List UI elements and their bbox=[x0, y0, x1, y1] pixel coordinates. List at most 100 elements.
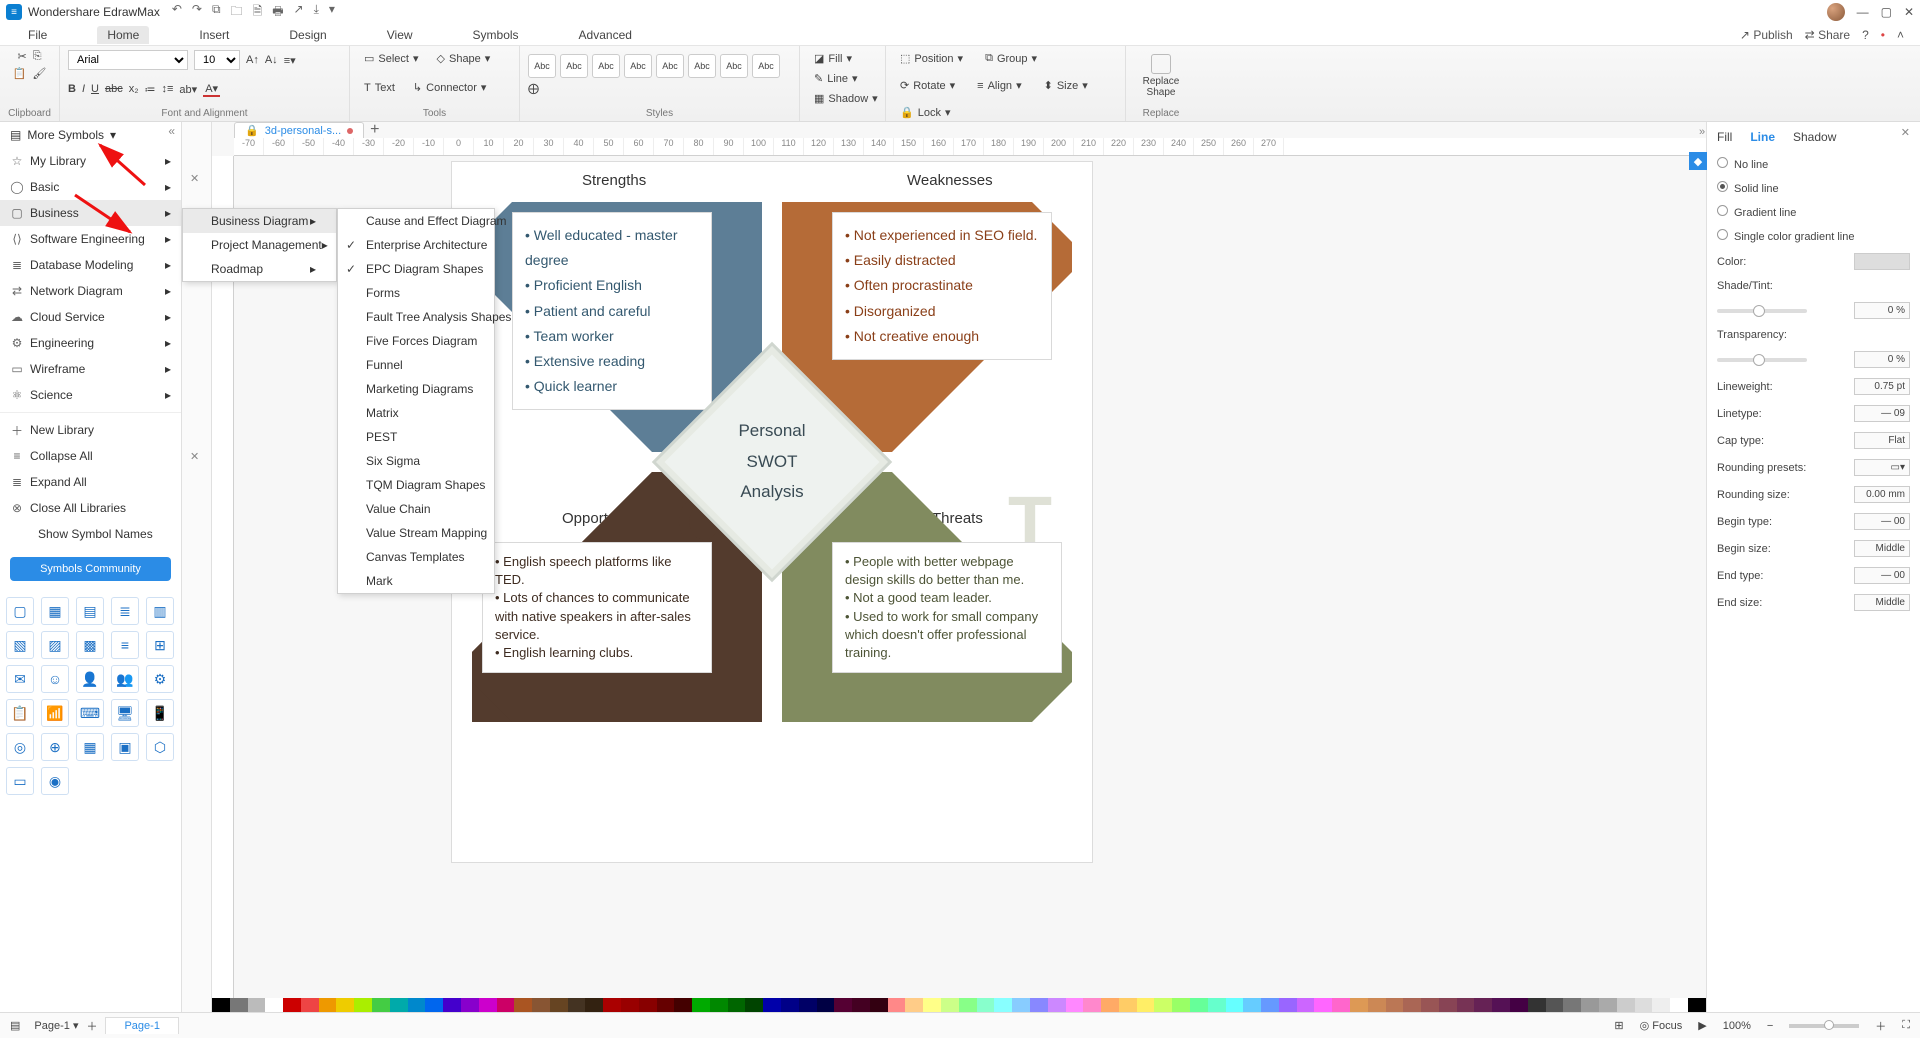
font-shrink-icon[interactable]: A↓ bbox=[265, 54, 278, 66]
symbol-icon[interactable]: ◉ bbox=[41, 767, 69, 795]
user-avatar[interactable] bbox=[1827, 3, 1845, 21]
style-scroll-icon[interactable]: ⨁ bbox=[528, 82, 539, 95]
color-swatch[interactable] bbox=[1172, 998, 1190, 1012]
tab-advanced[interactable]: Advanced bbox=[569, 26, 642, 44]
color-swatch[interactable] bbox=[1510, 998, 1528, 1012]
group-dropdown[interactable]: ⧉ Group▾ bbox=[979, 50, 1043, 67]
style-swatch[interactable]: Abc bbox=[656, 54, 684, 78]
end-type-field[interactable]: — 00 bbox=[1854, 567, 1910, 584]
submenu-item[interactable]: Funnel bbox=[338, 353, 494, 377]
prop-tab-line[interactable]: Line bbox=[1750, 130, 1775, 144]
color-swatch[interactable] bbox=[763, 998, 781, 1012]
line-type-radio[interactable]: Gradient line bbox=[1717, 200, 1910, 224]
close-icon[interactable]: ✕ bbox=[190, 450, 199, 463]
close-all-libraries-item[interactable]: ⊗Close All Libraries bbox=[0, 495, 181, 521]
color-swatch[interactable] bbox=[550, 998, 568, 1012]
minimize-button[interactable]: — bbox=[1857, 5, 1869, 19]
undo-icon[interactable]: ↶ bbox=[172, 2, 182, 23]
color-swatch[interactable] bbox=[1617, 998, 1635, 1012]
submenu-item[interactable]: Six Sigma bbox=[338, 449, 494, 473]
close-window-button[interactable]: ✕ bbox=[1904, 5, 1914, 19]
color-swatch[interactable] bbox=[657, 998, 675, 1012]
new-library-item[interactable]: ＋New Library bbox=[0, 417, 181, 443]
qat-icon[interactable]: 🗎 bbox=[253, 2, 263, 23]
color-swatch[interactable] bbox=[1208, 998, 1226, 1012]
style-swatch[interactable]: Abc bbox=[624, 54, 652, 78]
submenu-item[interactable]: ✓EPC Diagram Shapes bbox=[338, 257, 494, 281]
submenu-item[interactable]: TQM Diagram Shapes bbox=[338, 473, 494, 497]
style-swatch[interactable]: Abc bbox=[528, 54, 556, 78]
color-swatch[interactable] bbox=[1563, 998, 1581, 1012]
subscript-button[interactable]: x₂ bbox=[129, 83, 139, 95]
library-category-item[interactable]: ⇄Network Diagram▸ bbox=[0, 278, 181, 304]
color-swatch[interactable] bbox=[532, 998, 550, 1012]
symbol-icon[interactable]: ▩ bbox=[76, 631, 104, 659]
color-swatch[interactable] bbox=[941, 998, 959, 1012]
symbol-icon[interactable]: ⚙ bbox=[146, 665, 174, 693]
color-swatch[interactable] bbox=[1137, 998, 1155, 1012]
library-category-item[interactable]: ◯Basic▸ bbox=[0, 174, 181, 200]
qat-icon[interactable]: 🖶 bbox=[272, 2, 283, 23]
library-category-item[interactable]: ≣Database Modeling▸ bbox=[0, 252, 181, 278]
color-swatch[interactable] bbox=[1854, 253, 1910, 270]
color-swatch[interactable] bbox=[1546, 998, 1564, 1012]
format-painter-icon[interactable]: 🖌 bbox=[32, 67, 46, 80]
color-swatch[interactable] bbox=[1368, 998, 1386, 1012]
color-swatch[interactable] bbox=[923, 998, 941, 1012]
color-swatch[interactable] bbox=[1652, 998, 1670, 1012]
strike-button[interactable]: abc bbox=[105, 83, 123, 95]
color-swatch[interactable] bbox=[390, 998, 408, 1012]
color-swatch[interactable] bbox=[1101, 998, 1119, 1012]
submenu-item[interactable]: Value Stream Mapping bbox=[338, 521, 494, 545]
tab-insert[interactable]: Insert bbox=[189, 26, 239, 44]
color-swatch[interactable] bbox=[301, 998, 319, 1012]
color-swatch[interactable] bbox=[1066, 998, 1084, 1012]
color-swatch[interactable] bbox=[674, 998, 692, 1012]
text-tool[interactable]: T Text bbox=[358, 80, 401, 96]
color-swatch[interactable] bbox=[1279, 998, 1297, 1012]
library-category-item[interactable]: ⚛Science▸ bbox=[0, 382, 181, 408]
symbol-icon[interactable]: ⊕ bbox=[41, 733, 69, 761]
submenu-item[interactable]: Project Management▸ bbox=[183, 233, 336, 257]
line-type-radio[interactable]: Solid line bbox=[1717, 176, 1910, 200]
color-swatch[interactable] bbox=[1243, 998, 1261, 1012]
style-swatch[interactable]: Abc bbox=[560, 54, 588, 78]
weaknesses-box[interactable]: • Not experienced in SEO field.• Easily … bbox=[832, 212, 1052, 360]
color-swatch[interactable] bbox=[1688, 998, 1706, 1012]
size-dropdown[interactable]: ⬍ Size▾ bbox=[1038, 77, 1094, 94]
shade-field[interactable]: 0 % bbox=[1854, 302, 1910, 319]
presentation-icon[interactable]: ▶ bbox=[1698, 1019, 1706, 1032]
style-swatch[interactable]: Abc bbox=[720, 54, 748, 78]
qat-icon[interactable]: ↗ bbox=[294, 2, 304, 23]
symbol-icon[interactable]: ▨ bbox=[41, 631, 69, 659]
symbol-icon[interactable]: 👥 bbox=[111, 665, 139, 693]
color-swatch[interactable] bbox=[1226, 998, 1244, 1012]
notification-dot-icon[interactable]: • bbox=[1881, 28, 1885, 42]
color-swatch[interactable] bbox=[265, 998, 283, 1012]
style-swatch[interactable]: Abc bbox=[752, 54, 780, 78]
end-size-field[interactable]: Middle bbox=[1854, 594, 1910, 611]
color-swatch[interactable] bbox=[817, 998, 835, 1012]
color-swatch[interactable] bbox=[1190, 998, 1208, 1012]
color-swatch[interactable] bbox=[514, 998, 532, 1012]
symbol-icon[interactable]: 🖥 bbox=[111, 699, 139, 727]
font-name-select[interactable]: Arial bbox=[68, 50, 188, 70]
show-symbol-names-item[interactable]: Show Symbol Names bbox=[0, 521, 181, 547]
symbol-icon[interactable]: ⊞ bbox=[146, 631, 174, 659]
color-swatch[interactable] bbox=[1474, 998, 1492, 1012]
color-swatch[interactable] bbox=[959, 998, 977, 1012]
replace-shape-button[interactable]: Replace Shape bbox=[1134, 50, 1188, 102]
collapse-ribbon-icon[interactable]: ˄ bbox=[1897, 28, 1904, 42]
maximize-button[interactable]: ▢ bbox=[1881, 5, 1892, 19]
symbol-icon[interactable]: ✉ bbox=[6, 665, 34, 693]
color-palette-bar[interactable] bbox=[212, 998, 1706, 1012]
color-swatch[interactable] bbox=[230, 998, 248, 1012]
submenu-item[interactable]: Forms bbox=[338, 281, 494, 305]
highlight-button[interactable]: ab▾ bbox=[179, 83, 197, 96]
add-page-button[interactable]: ＋ bbox=[86, 1018, 97, 1034]
style-swatch[interactable]: Abc bbox=[688, 54, 716, 78]
color-swatch[interactable] bbox=[372, 998, 390, 1012]
symbol-icon[interactable]: 👤 bbox=[76, 665, 104, 693]
rotate-dropdown[interactable]: ⟳ Rotate▾ bbox=[894, 77, 961, 94]
underline-button[interactable]: U bbox=[91, 83, 99, 95]
